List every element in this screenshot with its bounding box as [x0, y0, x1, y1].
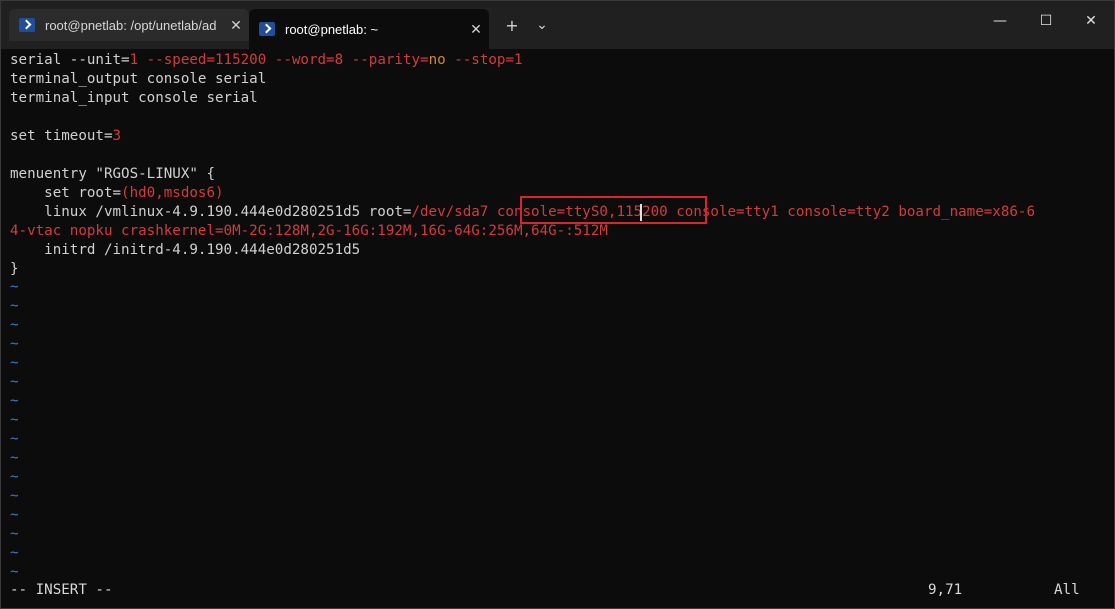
terminal-line: menuentry "RGOS-LINUX" { [10, 166, 215, 182]
mode-indicator: -- INSERT -- [10, 582, 113, 598]
maximize-button[interactable]: ☐ [1023, 1, 1069, 41]
terminal-content[interactable]: serial --unit=1 --speed=115200 --word=8 … [1, 49, 1114, 608]
minimize-button[interactable]: — [977, 1, 1023, 41]
empty-line-tilde: ~ [10, 279, 19, 295]
tab-title: root@pnetlab: ~ [285, 21, 379, 37]
new-tab-button[interactable]: + [497, 9, 527, 41]
empty-line-tilde: ~ [10, 412, 19, 428]
empty-line-tilde: ~ [10, 298, 19, 314]
empty-line-tilde: ~ [10, 450, 19, 466]
title-bar: root@pnetlab: /opt/unetlab/ad ✕ root@pne… [1, 1, 1114, 49]
terminal-line: } [10, 261, 19, 277]
empty-line-tilde: ~ [10, 355, 19, 371]
empty-line-tilde: ~ [10, 469, 19, 485]
empty-line-tilde: ~ [10, 564, 19, 580]
close-window-button[interactable]: ✕ [1068, 1, 1114, 41]
empty-line-tilde: ~ [10, 431, 19, 447]
terminal-line: 4-vtac nopku crashkernel=0M-2G:128M,2G-1… [10, 223, 608, 239]
vim-status-bar: -- INSERT -- 9,71 All [1, 581, 1114, 600]
powershell-icon [19, 18, 35, 32]
empty-line-tilde: ~ [10, 507, 19, 523]
tab-dropdown-icon[interactable]: ⌄ [527, 9, 557, 41]
empty-line-tilde: ~ [10, 374, 19, 390]
cursor-position: 9,71 [928, 582, 963, 598]
terminal-line: terminal_input console serial [10, 90, 258, 106]
empty-line-tilde: ~ [10, 393, 19, 409]
empty-line-tilde: ~ [10, 545, 19, 561]
terminal-line: initrd /initrd-4.9.190.444e0d280251d5 [10, 242, 361, 258]
tab-root-home[interactable]: root@pnetlab: ~ ✕ [249, 9, 489, 49]
empty-line-tilde: ~ [10, 488, 19, 504]
highlight-box [520, 196, 707, 224]
tab-unetlab[interactable]: root@pnetlab: /opt/unetlab/ad ✕ [9, 9, 249, 41]
powershell-icon [259, 22, 275, 36]
close-tab-icon[interactable]: ✕ [463, 21, 489, 38]
close-tab-icon[interactable]: ✕ [223, 17, 249, 34]
terminal-window: root@pnetlab: /opt/unetlab/ad ✕ root@pne… [0, 0, 1115, 609]
tab-title: root@pnetlab: /opt/unetlab/ad [45, 17, 217, 33]
empty-line-tilde: ~ [10, 336, 19, 352]
scroll-indicator: All [1054, 582, 1080, 598]
terminal-line: set root=(hd0,msdos6) [10, 185, 224, 201]
terminal-line: terminal_output console serial [10, 71, 267, 87]
terminal-line: serial --unit=1 --speed=115200 --word=8 … [10, 52, 523, 68]
terminal-line: set timeout=3 [10, 128, 122, 144]
empty-line-tilde: ~ [10, 317, 19, 333]
text-cursor [640, 204, 642, 221]
empty-line-tilde: ~ [10, 526, 19, 542]
